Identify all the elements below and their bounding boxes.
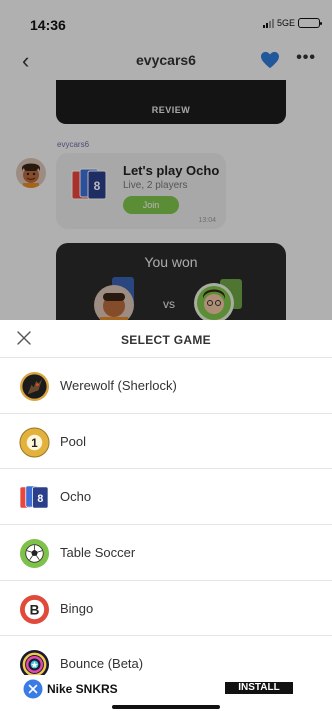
werewolf-icon: [19, 371, 50, 402]
game-item-pool[interactable]: 1 Pool: [0, 414, 332, 470]
svg-text:1: 1: [31, 437, 38, 450]
sheet-title: SELECT GAME: [121, 333, 211, 347]
modal-dim-overlay[interactable]: [0, 0, 332, 320]
ad-close-icon[interactable]: [23, 679, 43, 699]
sheet-header: SELECT GAME: [0, 320, 332, 358]
soccer-ball-icon: [19, 539, 50, 569]
game-name: Ocho: [60, 489, 92, 505]
game-list: Werewolf (Sherlock) 1 Pool 8 Ocho Table …: [0, 358, 332, 693]
game-name: Bounce (Beta): [60, 656, 144, 672]
select-game-sheet: SELECT GAME Werewolf (Sherlock) 1 Pool 8…: [0, 320, 332, 711]
svg-text:B: B: [30, 602, 40, 617]
ad-brand-name: Nike SNKRS: [47, 682, 118, 696]
home-indicator[interactable]: [112, 705, 220, 709]
game-name: Bingo: [60, 600, 94, 616]
game-item-werewolf[interactable]: Werewolf (Sherlock): [0, 358, 332, 414]
game-name: Werewolf (Sherlock): [60, 378, 177, 393]
ad-install-button[interactable]: INSTALL: [225, 682, 293, 694]
game-item-bingo[interactable]: B Bingo: [0, 581, 332, 637]
game-item-table-soccer[interactable]: Table Soccer: [0, 525, 332, 581]
game-name: Table Soccer: [60, 545, 136, 561]
game-item-ocho[interactable]: 8 Ocho: [0, 469, 332, 526]
ad-banner[interactable]: Nike SNKRS INSTALL: [0, 675, 332, 711]
bingo-icon: B: [19, 594, 50, 624]
pool-ball-icon: 1: [19, 427, 50, 458]
ocho-cards-icon: 8: [19, 485, 49, 509]
game-name: Pool: [60, 433, 87, 449]
chat-background: 14:36 5GE ‹ evycars6 ••• REVIEW evycars6: [0, 0, 332, 320]
svg-text:8: 8: [37, 493, 43, 505]
